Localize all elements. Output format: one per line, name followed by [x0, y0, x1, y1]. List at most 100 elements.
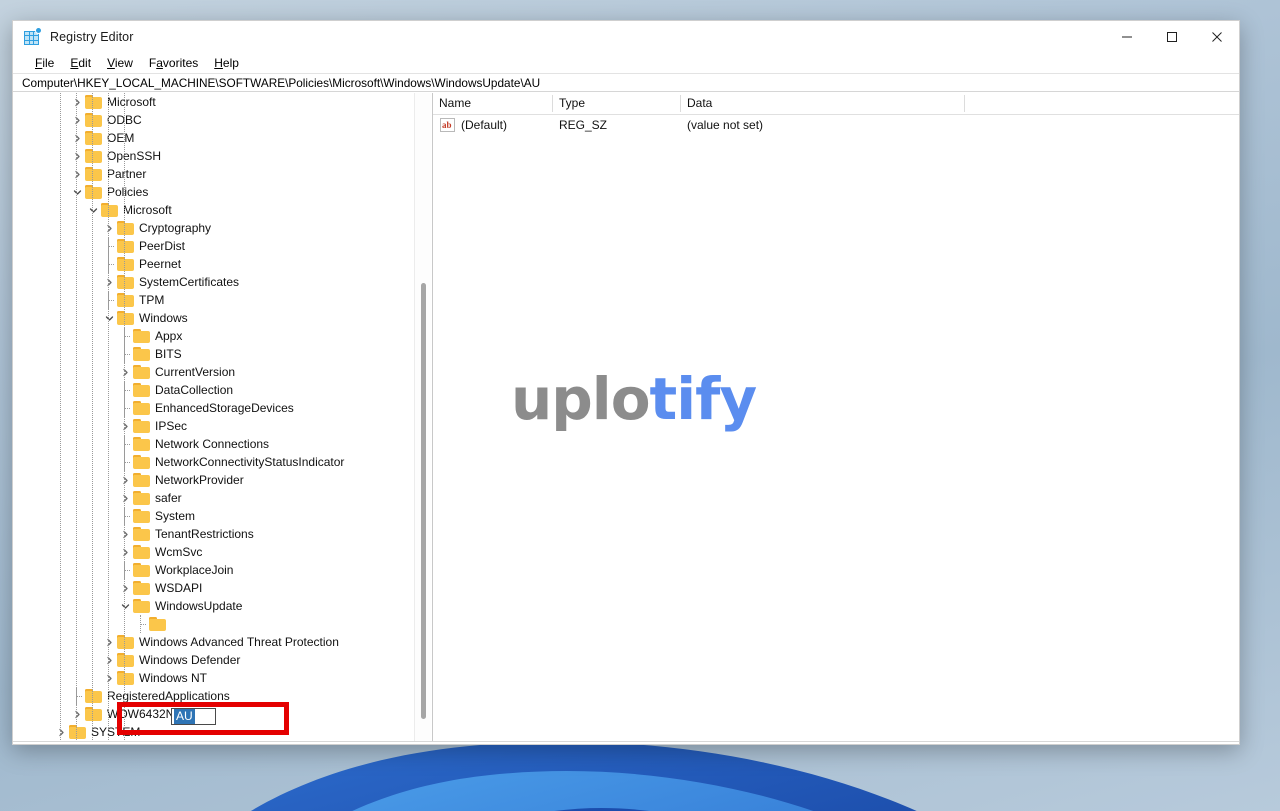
chevron-right-icon[interactable] — [117, 525, 133, 543]
tree-node[interactable]: PeerDist — [13, 237, 415, 255]
chevron-down-icon[interactable] — [85, 201, 101, 219]
tree-node[interactable]: NetworkProvider — [13, 471, 415, 489]
chevron-right-icon[interactable] — [101, 669, 117, 687]
tree-node[interactable]: OpenSSH — [13, 147, 415, 165]
folder-icon — [133, 545, 150, 559]
tree-guide-line — [117, 345, 133, 363]
chevron-right-icon[interactable] — [69, 129, 85, 147]
tree-node-label: Cryptography — [139, 221, 212, 235]
address-bar[interactable]: Computer\HKEY_LOCAL_MACHINE\SOFTWARE\Pol… — [13, 73, 1239, 92]
column-header-data[interactable]: Data — [681, 93, 965, 114]
tree-guide-line — [117, 327, 133, 345]
tree-node[interactable]: TenantRestrictions — [13, 525, 415, 543]
tree-node[interactable]: SystemCertificates — [13, 273, 415, 291]
tree-node[interactable]: Windows Advanced Threat Protection — [13, 633, 415, 651]
tree-guide-line — [117, 399, 133, 417]
column-header-type[interactable]: Type — [553, 93, 681, 114]
folder-icon — [85, 149, 102, 163]
menu-item-view[interactable]: View — [99, 55, 141, 71]
tree-node[interactable]: CurrentVersion — [13, 363, 415, 381]
tree-node[interactable]: NetworkConnectivityStatusIndicator — [13, 453, 415, 471]
tree-node[interactable]: WorkplaceJoin — [13, 561, 415, 579]
tree-scrollbar-thumb[interactable] — [421, 283, 426, 719]
chevron-right-icon[interactable] — [117, 363, 133, 381]
chevron-right-icon[interactable] — [69, 165, 85, 183]
tree-node[interactable]: Partner — [13, 165, 415, 183]
close-button[interactable] — [1194, 21, 1239, 53]
tree-node[interactable]: Network Connections — [13, 435, 415, 453]
column-header-name[interactable]: Name — [433, 93, 553, 114]
registry-tree-scroll-area[interactable]: Microsoft ODBC OEM OpenSSH Partner Policies Mi… — [13, 93, 415, 744]
tree-node[interactable]: Cryptography — [13, 219, 415, 237]
menu-item-favorites[interactable]: Favorites — [141, 55, 206, 71]
tree-vertical-scrollbar[interactable] — [414, 93, 431, 744]
menu-item-file[interactable]: File — [27, 55, 62, 71]
chevron-right-icon[interactable] — [69, 705, 85, 723]
tree-node-editing[interactable] — [13, 615, 415, 633]
maximize-button[interactable] — [1149, 21, 1194, 53]
chevron-right-icon[interactable] — [69, 111, 85, 129]
folder-icon — [117, 239, 134, 253]
tree-node[interactable]: OEM — [13, 129, 415, 147]
registry-tree-pane[interactable]: Microsoft ODBC OEM OpenSSH Partner Policies Mi… — [13, 93, 433, 744]
tree-node-label: Network Connections — [155, 437, 270, 451]
tree-node[interactable]: Policies — [13, 183, 415, 201]
tree-node[interactable]: Windows Defender — [13, 651, 415, 669]
tree-guide-line — [117, 381, 133, 399]
chevron-right-icon[interactable] — [69, 93, 85, 111]
chevron-right-icon[interactable] — [117, 579, 133, 597]
tree-node-label: NetworkConnectivityStatusIndicator — [155, 455, 345, 469]
window-controls — [1104, 21, 1239, 53]
table-row[interactable]: ab (Default) REG_SZ (value not set) — [433, 115, 1239, 135]
chevron-right-icon[interactable] — [117, 543, 133, 561]
menu-item-edit[interactable]: Edit — [62, 55, 99, 71]
chevron-down-icon[interactable] — [101, 309, 117, 327]
title-bar[interactable]: Registry Editor — [13, 21, 1239, 53]
tree-node[interactable]: Microsoft — [13, 201, 415, 219]
tree-node[interactable]: WcmSvc — [13, 543, 415, 561]
folder-icon — [133, 527, 150, 541]
registry-values-pane[interactable]: Name Type Data ab (Default) REG_SZ (value n… — [433, 93, 1239, 744]
folder-icon — [85, 167, 102, 181]
folder-icon — [133, 401, 150, 415]
tree-node[interactable]: TPM — [13, 291, 415, 309]
key-rename-input[interactable]: AU — [171, 708, 216, 725]
tree-node[interactable]: WSDAPI — [13, 579, 415, 597]
chevron-down-icon[interactable] — [117, 597, 133, 615]
tree-node-label: Appx — [155, 329, 183, 343]
tree-node[interactable]: ODBC — [13, 111, 415, 129]
tree-node[interactable]: Windows — [13, 309, 415, 327]
minimize-button[interactable] — [1104, 21, 1149, 53]
tree-guide-line — [117, 435, 133, 453]
chevron-right-icon[interactable] — [101, 651, 117, 669]
chevron-right-icon[interactable] — [101, 633, 117, 651]
tree-node[interactable]: BITS — [13, 345, 415, 363]
chevron-right-icon[interactable] — [69, 147, 85, 165]
folder-icon — [69, 725, 86, 739]
chevron-right-icon[interactable] — [101, 219, 117, 237]
tree-node[interactable]: DataCollection — [13, 381, 415, 399]
chevron-right-icon[interactable] — [53, 723, 69, 741]
chevron-right-icon[interactable] — [117, 417, 133, 435]
folder-icon — [133, 347, 150, 361]
tree-indent-guide — [92, 93, 93, 744]
tree-node[interactable]: Windows NT — [13, 669, 415, 687]
tree-node[interactable]: WindowsUpdate — [13, 597, 415, 615]
tree-node[interactable]: safer — [13, 489, 415, 507]
chevron-right-icon[interactable] — [117, 489, 133, 507]
chevron-right-icon[interactable] — [117, 471, 133, 489]
registry-editor-icon — [23, 27, 42, 46]
chevron-down-icon[interactable] — [69, 183, 85, 201]
tree-node[interactable]: Microsoft — [13, 93, 415, 111]
tree-node-label: TPM — [139, 293, 165, 307]
key-rename-value: AU — [174, 709, 195, 724]
tree-node[interactable]: Appx — [13, 327, 415, 345]
menu-item-help[interactable]: Help — [206, 55, 247, 71]
folder-icon — [85, 707, 102, 721]
tree-node[interactable]: IPSec — [13, 417, 415, 435]
tree-node[interactable]: System — [13, 507, 415, 525]
tree-node-label: WindowsUpdate — [155, 599, 243, 613]
tree-node[interactable]: Peernet — [13, 255, 415, 273]
tree-node[interactable]: EnhancedStorageDevices — [13, 399, 415, 417]
chevron-right-icon[interactable] — [101, 273, 117, 291]
